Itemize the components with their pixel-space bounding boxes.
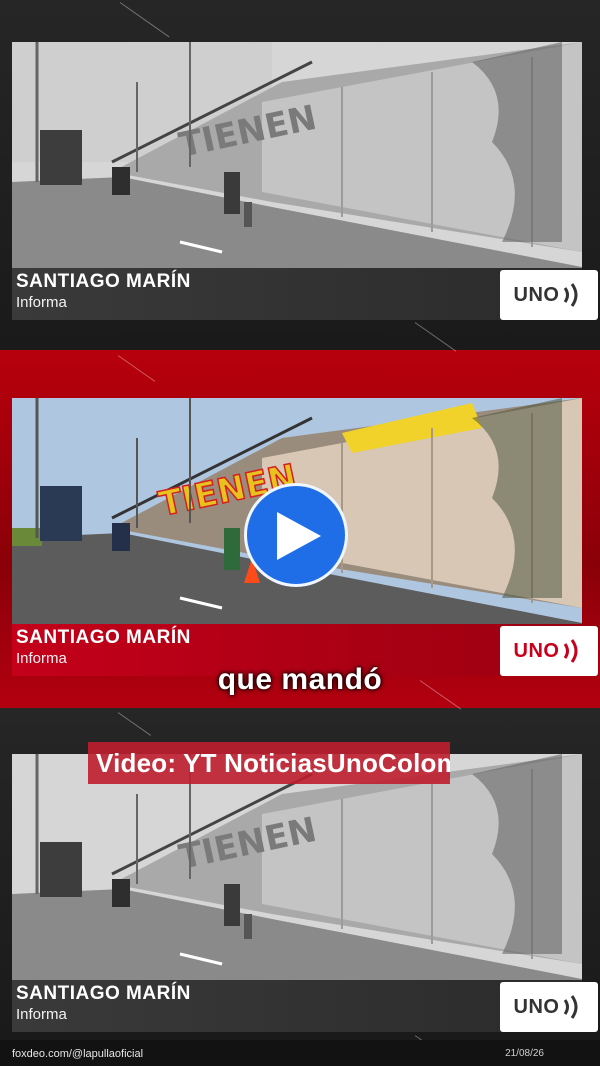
- reporter-role: Informa: [16, 1006, 67, 1023]
- video-frame-1[interactable]: TIENEN SANTIAGO MARÍN Informa: [12, 42, 582, 322]
- street-scene-gray: TIENEN: [12, 754, 582, 999]
- video-frame-3[interactable]: TIENEN SANTIAGO MARÍN Informa: [12, 754, 582, 1034]
- footer-bar: foxdeo.com/@lapullaoficial 21/08/26: [0, 1040, 600, 1066]
- channel-logo: UNO: [500, 270, 598, 320]
- logo-text: UNO: [513, 639, 560, 662]
- logo-text: UNO: [513, 283, 560, 306]
- reporter-name: SANTIAGO MARÍN: [16, 271, 191, 292]
- uno-logo-icon: [564, 283, 578, 307]
- lower-third: SANTIAGO MARÍN Informa: [12, 980, 582, 1032]
- source-handle[interactable]: foxdeo.com/@lapullaoficial: [12, 1048, 143, 1060]
- subtitle-caption: que mandó: [217, 663, 383, 696]
- play-icon: [277, 512, 321, 560]
- uno-logo-icon: [564, 639, 578, 663]
- reporter-role: Informa: [16, 294, 67, 311]
- reporter-name: SANTIAGO MARÍN: [16, 627, 191, 648]
- street-scene-gray: TIENEN: [12, 42, 582, 287]
- uno-logo-icon: [564, 995, 578, 1019]
- play-button[interactable]: [244, 483, 348, 587]
- lower-third: SANTIAGO MARÍN Informa: [12, 268, 582, 320]
- video-credit-banner: Video: YT NoticiasUnoColom: [88, 742, 450, 784]
- reporter-name: SANTIAGO MARÍN: [16, 983, 191, 1004]
- channel-logo: UNO: [500, 982, 598, 1032]
- logo-text: UNO: [513, 995, 560, 1018]
- date-stamp: 21/08/26: [505, 1048, 544, 1059]
